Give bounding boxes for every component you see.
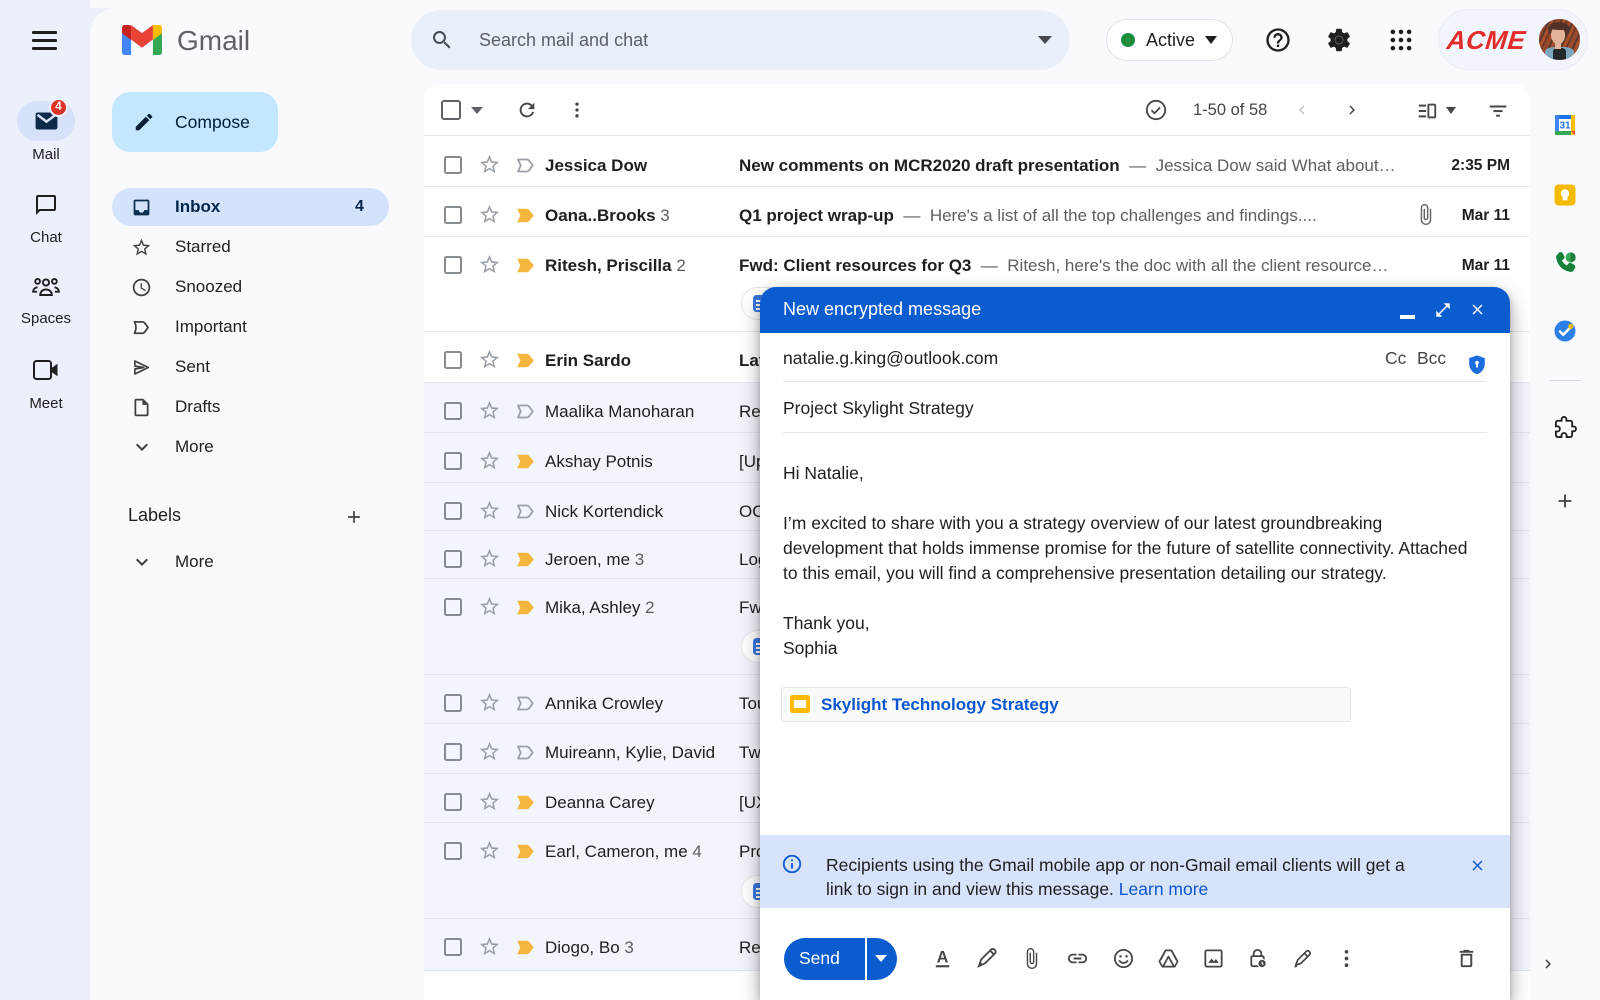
svg-text:A: A	[937, 948, 949, 966]
svg-text:31: 31	[1559, 121, 1571, 132]
